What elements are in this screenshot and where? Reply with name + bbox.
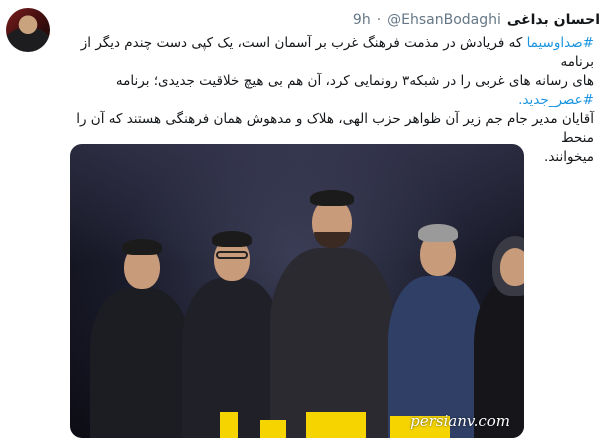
person-figure bbox=[474, 228, 524, 438]
tweet-card: احسان بداغی @EhsanBodaghi · 9h #صداوسیما… bbox=[0, 0, 600, 448]
user-handle[interactable]: @EhsanBodaghi bbox=[387, 12, 501, 28]
tweet-header: احسان بداغی @EhsanBodaghi · 9h bbox=[60, 8, 600, 32]
tweet-line-4: آقایان مدیر جام جم زیر آن ظواهر حزب الهی… bbox=[76, 111, 594, 146]
hashtag-link[interactable]: #عصر_جدید. bbox=[518, 92, 594, 108]
person-figure bbox=[90, 223, 190, 438]
tweet-line-1: #صداوسیما که فریادش در مذمت فرهنگ غرب بر… bbox=[64, 34, 594, 72]
separator-dot: · bbox=[376, 12, 382, 28]
person-figure bbox=[270, 182, 394, 438]
tweet-line-2: های رسانه های غربی را در شبکه۳ رونمایی ک… bbox=[115, 73, 594, 89]
tweet-media-image[interactable]: persianv.com bbox=[70, 144, 524, 438]
tweet-line-3: #عصر_جدید. bbox=[64, 91, 594, 110]
display-name[interactable]: احسان بداغی bbox=[507, 12, 600, 28]
watermark-text: persianv.com bbox=[410, 412, 510, 430]
person-figure bbox=[182, 213, 282, 438]
avatar[interactable] bbox=[6, 8, 50, 52]
hashtag-link[interactable]: #صداوسیما bbox=[527, 35, 594, 51]
tweet-timestamp[interactable]: 9h bbox=[353, 12, 371, 28]
tweet-line-1-text: که فریادش در مذمت فرهنگ غرب بر آسمان است… bbox=[80, 35, 594, 70]
person-figure bbox=[388, 208, 486, 438]
